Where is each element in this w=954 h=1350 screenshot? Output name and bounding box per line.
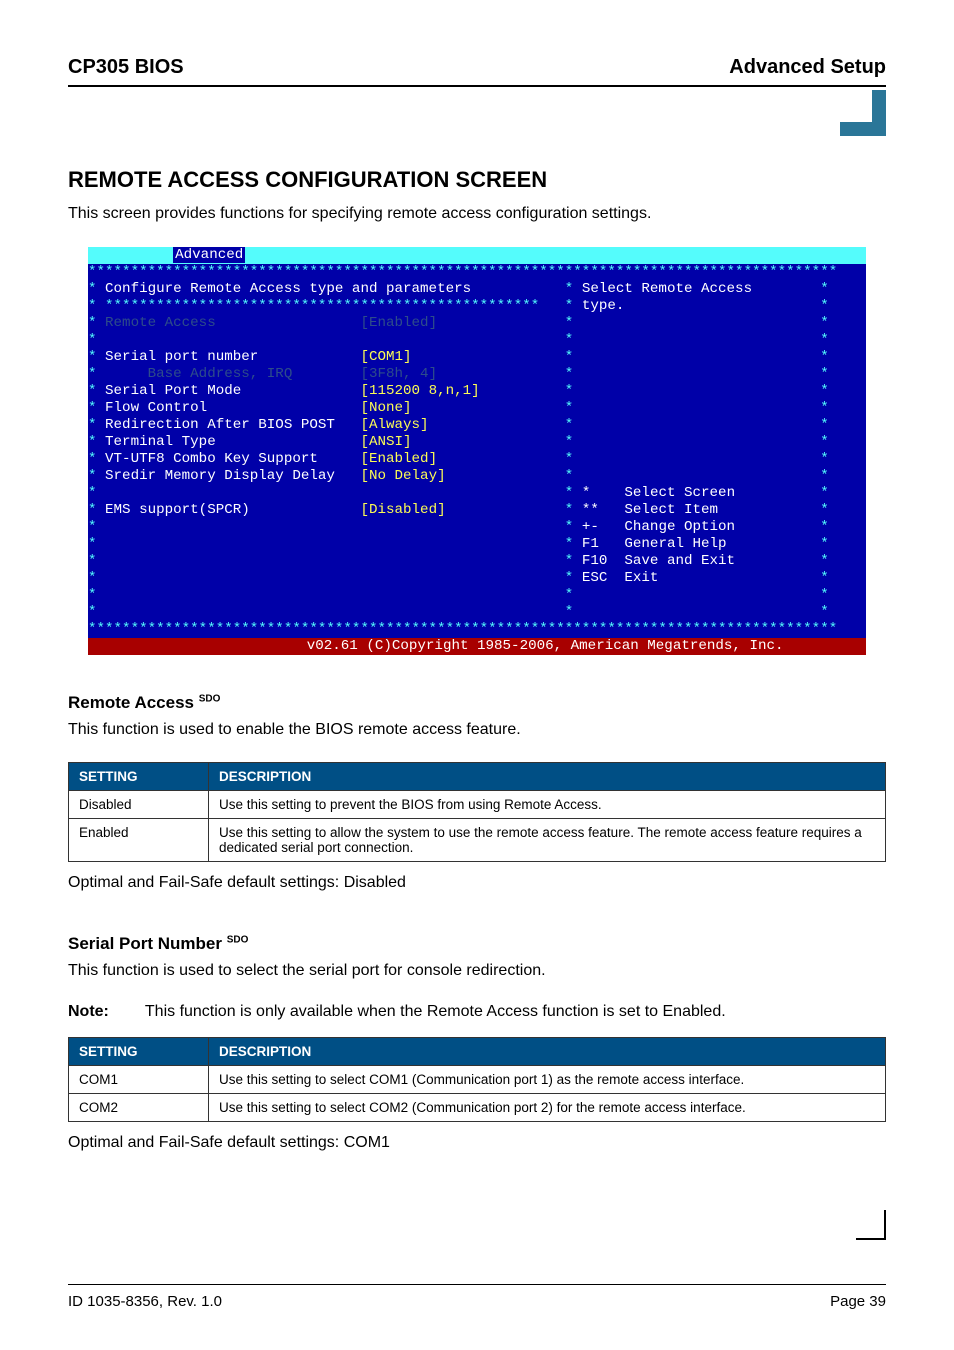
footer-left: ID 1035-8356, Rev. 1.0 bbox=[68, 1293, 222, 1310]
table-row: COM2Use this setting to select COM2 (Com… bbox=[69, 1093, 886, 1121]
serial-port-heading: Serial Port Number SDO bbox=[68, 934, 886, 954]
header-left: CP305 BIOS bbox=[68, 56, 184, 79]
description-cell: Use this setting to select COM2 (Communi… bbox=[209, 1093, 886, 1121]
serial-port-defaults: Optimal and Fail-Safe default settings: … bbox=[68, 1132, 886, 1154]
setting-cell: Enabled bbox=[69, 818, 209, 861]
remote-access-heading-text: Remote Access bbox=[68, 693, 194, 712]
th-description: DESCRIPTION bbox=[209, 1037, 886, 1065]
sdo-superscript: SDO bbox=[199, 694, 221, 705]
setting-cell: Disabled bbox=[69, 790, 209, 818]
setting-cell: COM1 bbox=[69, 1065, 209, 1093]
remote-access-intro: This function is used to enable the BIOS… bbox=[68, 719, 886, 741]
section-intro: This screen provides functions for speci… bbox=[68, 203, 886, 225]
th-setting: SETTING bbox=[69, 1037, 209, 1065]
th-setting: SETTING bbox=[69, 762, 209, 790]
serial-port-heading-text: Serial Port Number bbox=[68, 934, 222, 953]
page-corner-icon bbox=[856, 1210, 886, 1240]
th-description: DESCRIPTION bbox=[209, 762, 886, 790]
setting-cell: COM2 bbox=[69, 1093, 209, 1121]
remote-access-table: SETTING DESCRIPTION DisabledUse this set… bbox=[68, 762, 886, 862]
description-cell: Use this setting to allow the system to … bbox=[209, 818, 886, 861]
note-label: Note: bbox=[68, 1003, 109, 1021]
footer-right: Page 39 bbox=[830, 1293, 886, 1310]
header-rule bbox=[68, 85, 886, 87]
table-row: DisabledUse this setting to prevent the … bbox=[69, 790, 886, 818]
brand-corner-icon bbox=[840, 90, 886, 136]
remote-access-defaults: Optimal and Fail-Safe default settings: … bbox=[68, 872, 886, 894]
table-row: COM1Use this setting to select COM1 (Com… bbox=[69, 1065, 886, 1093]
serial-port-intro: This function is used to select the seri… bbox=[68, 960, 886, 982]
bios-screenshot: Advanced *******************************… bbox=[88, 247, 866, 655]
header-right: Advanced Setup bbox=[729, 56, 886, 79]
serial-port-table: SETTING DESCRIPTION COM1Use this setting… bbox=[68, 1037, 886, 1122]
table-row: EnabledUse this setting to allow the sys… bbox=[69, 818, 886, 861]
description-cell: Use this setting to prevent the BIOS fro… bbox=[209, 790, 886, 818]
description-cell: Use this setting to select COM1 (Communi… bbox=[209, 1065, 886, 1093]
remote-access-heading: Remote Access SDO bbox=[68, 693, 886, 713]
section-title: REMOTE ACCESS CONFIGURATION SCREEN bbox=[68, 167, 886, 193]
serial-port-note: Note: This function is only available wh… bbox=[68, 1003, 886, 1021]
note-text: This function is only available when the… bbox=[145, 1003, 726, 1021]
sdo-superscript: SDO bbox=[227, 935, 249, 946]
